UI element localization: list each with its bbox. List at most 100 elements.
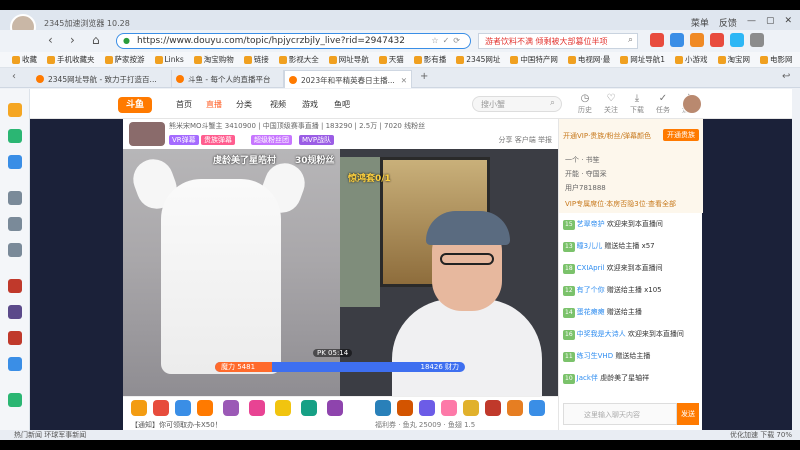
bookmark-item[interactable]: 淘宝购物 xyxy=(193,54,234,65)
chat-message[interactable]: 14 蛋花瘫瘫 赠送给主播 xyxy=(563,307,699,318)
chat-message[interactable]: 12 有了个你 赠送给主播 x105 xyxy=(563,285,699,296)
sidebar-app-icon[interactable] xyxy=(8,393,22,407)
bookmark-item[interactable]: 手机收藏夹 xyxy=(47,54,95,65)
bookmark-item[interactable]: 小游戏 xyxy=(675,54,708,65)
close-button[interactable]: ✕ xyxy=(784,16,792,29)
gift-icon[interactable] xyxy=(485,400,501,416)
gift-icon[interactable] xyxy=(397,400,413,416)
gift-icon[interactable] xyxy=(175,400,191,416)
back-icon[interactable]: ‹ xyxy=(48,33,53,47)
badge-fan[interactable]: 超级粉丝团 xyxy=(251,135,292,145)
gift-icon[interactable] xyxy=(249,400,265,416)
bookmark-item[interactable]: 链接 xyxy=(243,54,269,65)
gift-icon[interactable] xyxy=(419,400,435,416)
address-bar[interactable]: ● https://www.douyu.com/topic/hpjycrzbjl… xyxy=(116,33,471,49)
streamer-avatar[interactable] xyxy=(129,122,165,146)
extension-icon[interactable] xyxy=(670,33,684,47)
chat-message[interactable]: 18 CXIApril 欢迎来到本直播间 xyxy=(563,263,699,274)
search-icon[interactable]: ⌕ xyxy=(550,98,555,108)
extension-icon[interactable] xyxy=(710,33,724,47)
menu-button[interactable]: 菜单 xyxy=(691,16,709,29)
gift-icon[interactable] xyxy=(275,400,291,416)
nav-home[interactable]: 首页 xyxy=(176,99,192,110)
noble-hint[interactable]: VIP专属席位·本房否隐3位·查看全部 xyxy=(565,199,676,209)
sidebar-game-icon[interactable] xyxy=(8,279,22,293)
gift-icon[interactable] xyxy=(327,400,343,416)
nav-category[interactable]: 分类 xyxy=(236,99,252,110)
chat-message[interactable]: 10 Jack伴 虔龄美了星轴祥 xyxy=(563,373,699,384)
send-button[interactable]: 发送 xyxy=(677,403,699,425)
chat-username[interactable]: Jack伴 xyxy=(577,374,598,382)
tab-live-room[interactable]: 2023年和平精英春日主播... ✕ xyxy=(284,70,412,88)
gift-icon[interactable] xyxy=(301,400,317,416)
sidebar-app-icon[interactable] xyxy=(8,155,22,169)
extension-icon[interactable] xyxy=(690,33,704,47)
badge-mvp[interactable]: MVP战队 xyxy=(299,135,335,145)
nav-games[interactable]: 游戏 xyxy=(302,99,318,110)
chat-username[interactable]: CXIApril xyxy=(577,264,605,272)
room-actions[interactable]: 分享 客户端 举报 xyxy=(499,135,552,145)
bookmark-item[interactable]: 电影网 xyxy=(760,54,793,65)
gift-icon[interactable] xyxy=(507,400,523,416)
tab-menu-icon[interactable]: ↩ xyxy=(782,71,790,82)
url-text[interactable]: https://www.douyu.com/topic/hpjycrzbjly_… xyxy=(137,36,405,46)
chat-username[interactable]: 中奖我是大诗人 xyxy=(577,330,626,338)
chat-message[interactable]: 13 瞳3儿儿 赠送给主播 x57 xyxy=(563,241,699,252)
bookmark-item[interactable]: 网址导航1 xyxy=(620,54,665,65)
bookmark-item[interactable]: 电视网·最 xyxy=(567,54,610,65)
bookmark-item[interactable]: 影有播 xyxy=(413,54,446,65)
avatar[interactable] xyxy=(682,94,702,114)
sidebar-game-icon[interactable] xyxy=(8,191,22,205)
extension-icon[interactable] xyxy=(750,33,764,47)
new-tab-icon[interactable]: + xyxy=(420,71,428,82)
chat-message[interactable]: 11 练习生VHD 赠送给主播 xyxy=(563,351,699,362)
tab-douyu-home[interactable]: 斗鱼 - 每个人的直播平台 xyxy=(172,70,284,88)
browser-search-box[interactable]: 游者饮料不满 倾剩被大部篡位半项 ⌕ xyxy=(478,33,638,49)
bookmark-item[interactable]: 天猫 xyxy=(378,54,404,65)
open-noble-button[interactable]: 开通贵族 xyxy=(663,129,699,141)
sidebar-star-icon[interactable] xyxy=(8,103,22,117)
sidebar-game-icon[interactable] xyxy=(8,217,22,231)
gift-icon[interactable] xyxy=(223,400,239,416)
noble-promo[interactable]: 开通VIP·贵族/粉丝/弹幕颜色 xyxy=(563,131,651,141)
extension-icon[interactable] xyxy=(650,33,664,47)
sidebar-game-icon[interactable] xyxy=(8,243,22,257)
gift-icon[interactable] xyxy=(441,400,457,416)
nav-video[interactable]: 视频 xyxy=(270,99,286,110)
chat-message[interactable]: 15 艺翠帝护 欢迎来到本直播间 xyxy=(563,219,699,230)
minimize-button[interactable]: — xyxy=(747,16,756,29)
chat-username[interactable]: 有了个你 xyxy=(577,286,605,294)
bookmark-item[interactable]: 中国特产网 xyxy=(510,54,558,65)
noble-row[interactable]: 一个 · 书笙 xyxy=(565,155,600,165)
sidebar-game-icon[interactable] xyxy=(8,305,22,319)
chat-username[interactable]: 艺翠帝护 xyxy=(577,220,605,228)
sidebar-clock-icon[interactable] xyxy=(8,129,22,143)
gift-icon[interactable] xyxy=(153,400,169,416)
close-tab-icon[interactable]: ✕ xyxy=(401,76,407,85)
gift-icon[interactable] xyxy=(375,400,391,416)
bookmark-item[interactable]: 萨家按游 xyxy=(104,54,145,65)
chat-input[interactable]: 这里输入聊天内容 xyxy=(563,403,677,425)
forward-icon[interactable]: › xyxy=(70,33,75,47)
tab-scroll-left-icon[interactable]: ‹ xyxy=(12,71,16,82)
gift-icon[interactable] xyxy=(463,400,479,416)
status-tools[interactable]: 优化加速 下载 70% xyxy=(730,430,792,440)
chat-username[interactable]: 练习生VHD xyxy=(577,352,613,360)
video-player[interactable]: 虔龄美了星皓村 30规粉丝 惊鸿套0/1 PK 05:14 魔力 5481 18… xyxy=(123,149,558,396)
bookmark-item[interactable]: 淘宝网 xyxy=(717,54,750,65)
gift-icon[interactable] xyxy=(197,400,213,416)
noble-row[interactable]: 开能 · 夺国采 xyxy=(565,169,607,179)
douyu-logo[interactable]: 斗鱼 xyxy=(118,97,152,113)
nav-live[interactable]: 直播 xyxy=(206,99,222,110)
search-icon[interactable]: ⌕ xyxy=(628,35,633,45)
status-news[interactable]: 热门新闻 环球军事新闻 xyxy=(14,430,86,440)
bookmark-item[interactable]: 2345网址 xyxy=(456,54,500,65)
badge-noble[interactable]: 贵族弹幕 xyxy=(201,135,235,145)
gift-icon[interactable] xyxy=(529,400,545,416)
gift-icon[interactable] xyxy=(131,400,147,416)
tab-2345[interactable]: 2345网址导航 - 致力于打造百... xyxy=(32,70,172,88)
site-search-input[interactable]: 搜小蟹 ⌕ xyxy=(472,96,562,112)
notice-text[interactable]: 【通知】你可领取办卡X50！ xyxy=(131,420,222,430)
sidebar-paw-icon[interactable] xyxy=(8,357,22,371)
bookmark-item[interactable]: 收藏 xyxy=(12,54,37,65)
